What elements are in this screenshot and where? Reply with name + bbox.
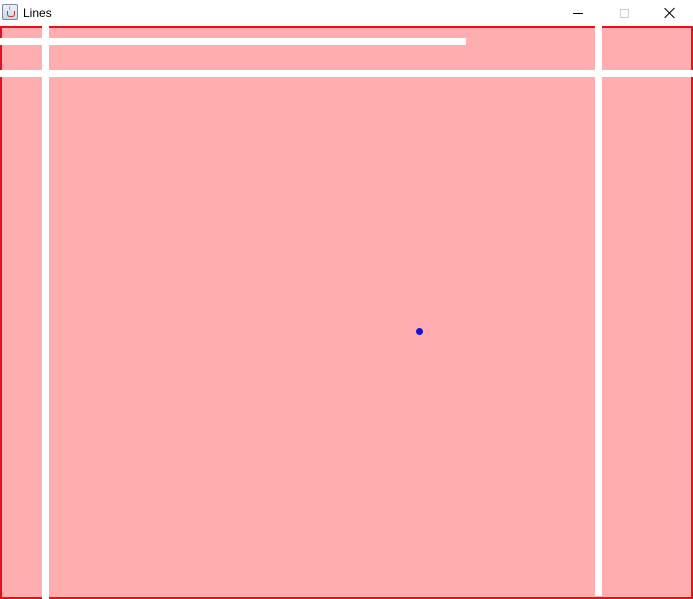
vertical-line-right bbox=[595, 26, 602, 596]
minimize-icon bbox=[573, 12, 583, 14]
minimize-button[interactable] bbox=[555, 0, 601, 26]
horizontal-line-full bbox=[0, 70, 693, 77]
title-bar[interactable]: Lines bbox=[0, 0, 693, 26]
close-button[interactable] bbox=[647, 0, 693, 26]
drawing-canvas[interactable] bbox=[0, 26, 693, 599]
window-title: Lines bbox=[23, 6, 52, 20]
close-icon bbox=[664, 7, 676, 19]
maximize-icon bbox=[619, 8, 629, 18]
application-window: Lines bbox=[0, 0, 693, 599]
vertical-line-left bbox=[42, 26, 49, 599]
horizontal-line-short bbox=[0, 38, 466, 45]
maximize-button[interactable] bbox=[601, 0, 647, 26]
blue-point bbox=[416, 328, 423, 335]
java-cup-icon bbox=[2, 4, 18, 20]
